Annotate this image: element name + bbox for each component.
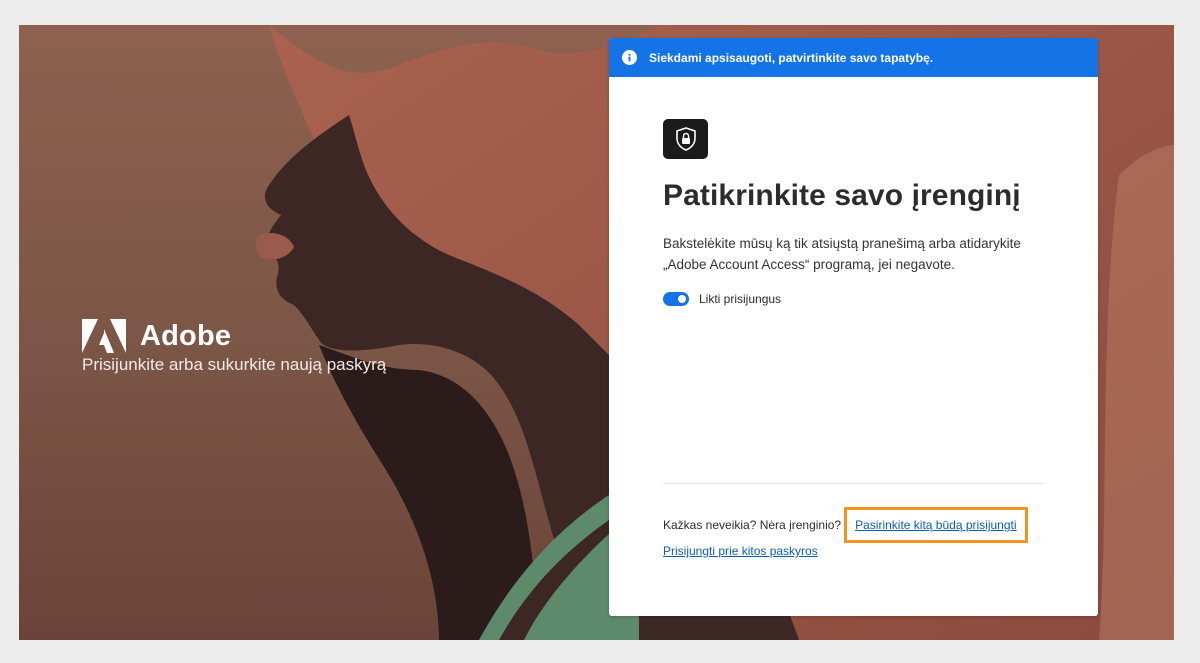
stay-signed-in-toggle[interactable]: Likti prisijungus bbox=[663, 292, 1044, 306]
adobe-brand: Adobe Prisijunkite arba sukurkite naują … bbox=[82, 319, 386, 375]
help-text: Kažkas neveikia? Nėra įrenginio? bbox=[663, 518, 842, 532]
page-title: Patikrinkite savo įrenginį bbox=[663, 179, 1021, 212]
shield-lock-icon bbox=[675, 127, 696, 151]
brand-tagline: Prisijunkite arba sukurkite naują paskyr… bbox=[82, 355, 387, 374]
card-content: Patikrinkite savo įrenginį Bakstelėkite … bbox=[663, 119, 1044, 306]
toggle-label: Likti prisijungus bbox=[699, 292, 782, 306]
verification-card: Siekdami apsisaugoti, patvirtinkite savo… bbox=[609, 38, 1098, 616]
divider bbox=[663, 483, 1044, 484]
info-banner: Siekdami apsisaugoti, patvirtinkite savo… bbox=[609, 38, 1098, 77]
instruction-text: Bakstelėkite mūsų ką tik atsiųstą praneš… bbox=[663, 236, 1021, 272]
adobe-logo-icon bbox=[82, 319, 126, 353]
alternate-sign-in-link[interactable]: Pasirinkite kitą būdą prisijungti bbox=[844, 507, 1028, 543]
info-icon bbox=[622, 50, 637, 65]
toggle-switch[interactable] bbox=[663, 292, 689, 306]
banner-text: Siekdami apsisaugoti, patvirtinkite savo… bbox=[649, 50, 934, 65]
other-account-link[interactable]: Prisijungti prie kitos paskyros bbox=[663, 544, 818, 558]
account-access-app-icon bbox=[663, 119, 708, 159]
brand-name: Adobe bbox=[140, 319, 232, 352]
help-row: Kažkas neveikia? Nėra įrenginio? Pasirin… bbox=[663, 507, 1028, 543]
